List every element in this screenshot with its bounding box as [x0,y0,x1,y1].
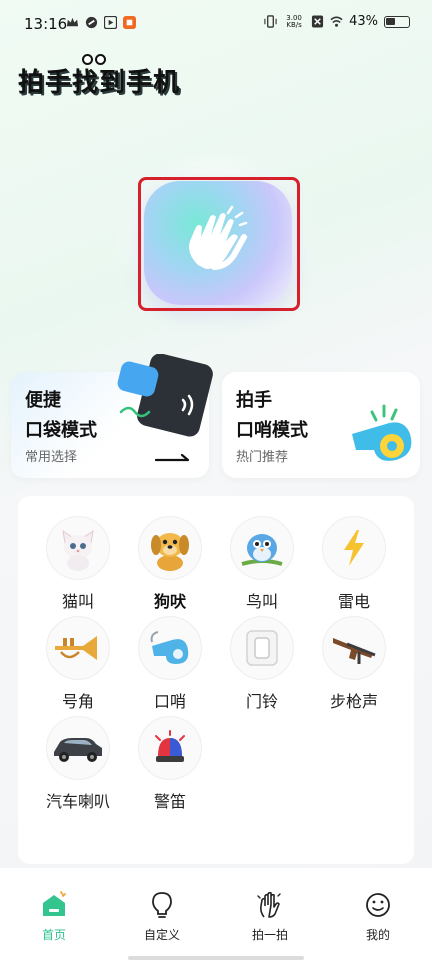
sound-label: 警笛 [153,792,186,811]
trumpet-icon-circle [46,616,110,680]
whistle-mode-title: 拍手 口哨模式 [236,386,308,446]
car-icon [54,738,102,762]
doorbell-icon [246,630,278,666]
doorbell-icon-circle [230,616,294,680]
clap-button-highlight [138,177,300,311]
lightning-icon-circle [322,516,386,580]
sound-label: 狗吠 [153,592,186,611]
whistle-icon [150,631,189,664]
sim-off-icon [312,15,324,28]
sound-item-horn[interactable]: 号角 [36,616,120,712]
notification-icons [66,16,136,29]
sound-label: 门铃 [245,692,278,711]
home-indicator [128,956,304,960]
cat-icon [62,529,94,571]
sound-label: 号角 [61,692,94,711]
orange-app-icon [123,16,136,29]
dog-icon [151,533,189,571]
sound-item-siren[interactable]: 警笛 [128,716,212,812]
whistle-sound-icon-circle [138,616,202,680]
sound-item-cat[interactable]: 猫叫 [36,516,120,612]
wifi-icon [330,16,343,27]
sound-item-thunder[interactable]: 雷电 [312,516,396,612]
siren-icon-circle [138,716,202,780]
crown-icon [66,17,79,27]
trumpet-icon [55,636,97,660]
status-right: 3.00 KB/s 43% [264,14,410,29]
phone-in-pocket-icon [117,354,213,437]
sound-item-bird[interactable]: 鸟叫 [220,516,304,612]
nav-item-mine[interactable]: 我的 [338,890,418,943]
nav-item-custom[interactable]: 自定义 [122,890,202,943]
bird-icon [241,534,283,566]
bottom-nav: 首页 自定义 拍一拍 我的 [0,868,432,964]
whistle-mode-title-line1: 拍手 [236,390,272,411]
pocket-mode-subtitle: 常用选择 [25,450,78,465]
nav-label-mine: 我的 [365,928,390,942]
siren-icon [155,730,185,762]
whistle-mode-card[interactable]: 拍手 口哨模式 热门推荐 [222,372,420,478]
pocket-mode-title-line1: 便捷 [25,390,61,411]
sound-label: 口哨 [153,692,186,711]
sound-item-doorbell[interactable]: 门铃 [220,616,304,712]
lightning-icon [344,530,364,566]
play-notification-icon [104,16,117,29]
sound-item-rifle[interactable]: 步枪声 [312,616,396,712]
nav-item-home[interactable]: 首页 [14,890,94,943]
sound-grid: 猫叫 狗吠 鸟叫 雷电 号角 口哨 门铃 步枪声 汽车喇叭 警笛 [18,496,414,864]
whistle-mode-title-line2: 口哨模式 [236,420,308,441]
arrow-right-icon [155,453,190,462]
hand-icon [257,891,281,918]
nav-item-pat[interactable]: 拍一拍 [230,890,310,943]
lightbulb-icon [152,892,172,918]
sound-item-whistle[interactable]: 口哨 [128,616,212,712]
app-notification-icon [85,16,98,29]
nav-label-home: 首页 [41,928,66,942]
pocket-mode-card[interactable]: 便捷 口袋模式 常用选择 [11,354,213,478]
whistle-icon [352,404,412,461]
status-time: 13:16 [24,15,68,33]
dog-icon-circle [138,516,202,580]
sound-label: 汽车喇叭 [45,792,110,811]
battery-percent: 43% [349,14,378,29]
sound-item-car-horn[interactable]: 汽车喇叭 [36,716,120,812]
nav-label-pat: 拍一拍 [251,928,288,942]
sound-label: 步枪声 [329,692,378,711]
home-icon [43,891,66,916]
battery-icon [384,15,410,28]
net-speed: 3.00 KB/s [283,14,305,29]
bird-icon-circle [230,516,294,580]
app-title: 拍手找到手机 [18,68,181,98]
whistle-mode-subtitle: 热门推荐 [236,450,289,465]
sound-item-dog[interactable]: 狗吠 [128,516,212,612]
rifle-icon-circle [322,616,386,680]
nav-label-custom: 自定义 [143,928,180,942]
rifle-icon [333,638,376,664]
pocket-mode-title: 便捷 口袋模式 [25,386,97,446]
sound-label: 猫叫 [61,592,94,611]
status-bar: 13:16 3.00 KB/s 43% [0,0,432,52]
battery-fill [386,17,395,25]
pocket-mode-title-line2: 口袋模式 [25,420,97,441]
sound-label: 鸟叫 [245,592,278,611]
smiley-icon [366,893,390,917]
cat-icon-circle [46,516,110,580]
vibrate-icon [264,15,277,28]
net-speed-unit: KB/s [286,20,302,29]
sound-label: 雷电 [337,592,370,611]
car-icon-circle [46,716,110,780]
